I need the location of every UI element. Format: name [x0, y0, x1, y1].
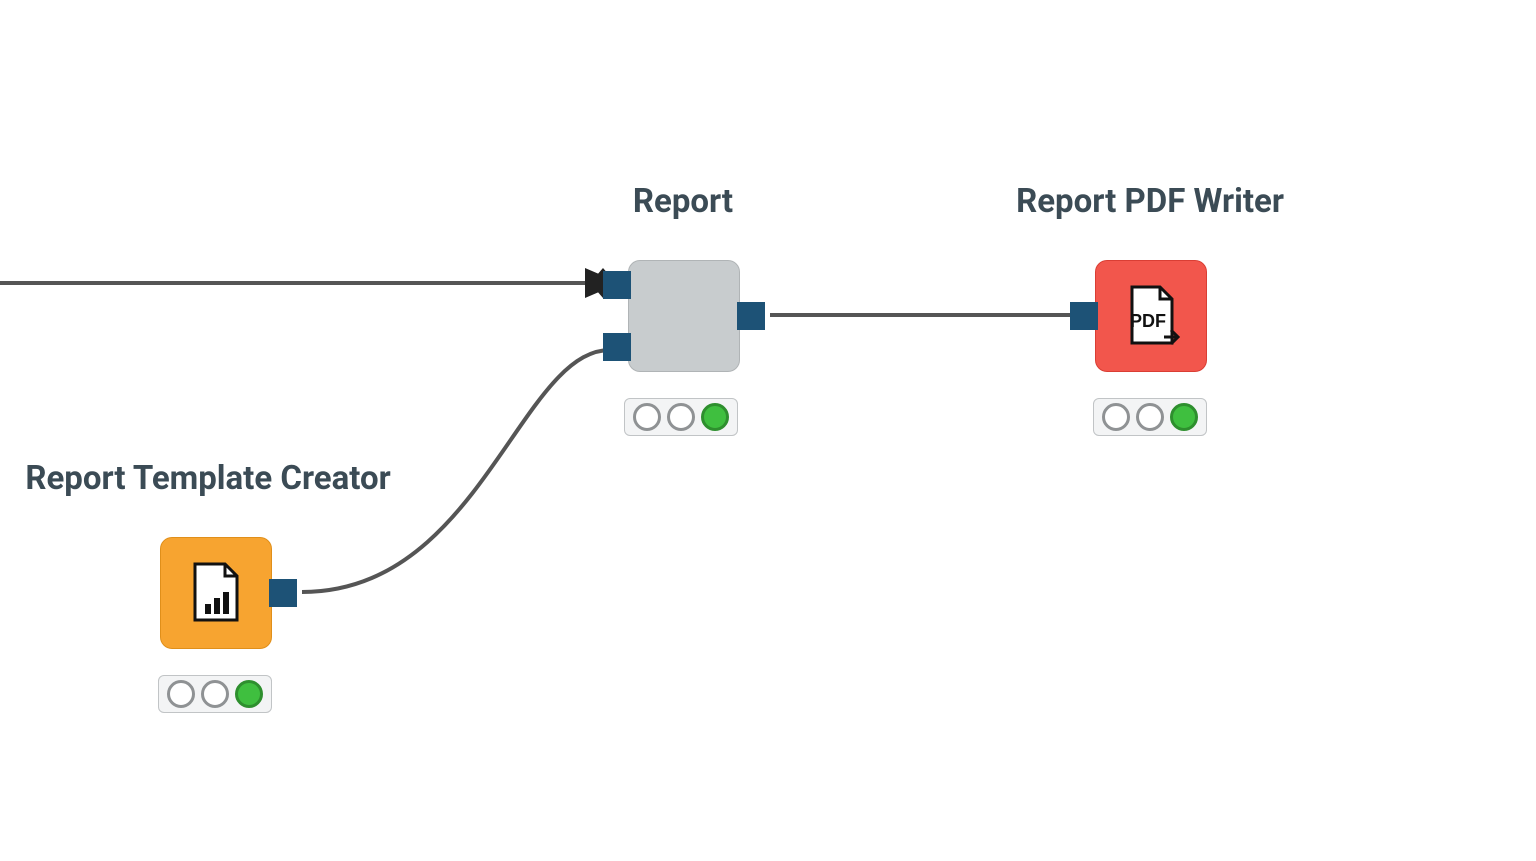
node-report-in-port-2[interactable]: [603, 333, 631, 361]
node-report-label: Report: [633, 182, 733, 221]
node-pdf-writer-label: Report PDF Writer: [1016, 182, 1284, 221]
node-pdf-writer-status: [1093, 398, 1207, 436]
status-light-green-icon: [1170, 403, 1198, 431]
connectors: [0, 0, 1536, 861]
node-pdf-writer[interactable]: PDF: [1095, 260, 1207, 372]
status-light-off-icon: [633, 403, 661, 431]
node-report-in-port-1[interactable]: [603, 271, 631, 299]
status-light-off-icon: [167, 680, 195, 708]
node-template-creator-status: [158, 675, 272, 713]
node-report-status: [624, 398, 738, 436]
svg-text:PDF: PDF: [1130, 311, 1166, 331]
node-pdf-writer-in-port[interactable]: [1070, 302, 1098, 330]
node-template-creator-out-port[interactable]: [269, 579, 297, 607]
pdf-file-icon: PDF: [1120, 283, 1182, 349]
status-light-off-icon: [201, 680, 229, 708]
workflow-canvas[interactable]: Report Report PDF Writer PDF Report Temp…: [0, 0, 1536, 861]
node-report[interactable]: [628, 260, 740, 372]
status-light-off-icon: [667, 403, 695, 431]
document-chart-icon: [187, 560, 245, 626]
node-template-creator-label: Report Template Creator: [25, 459, 390, 498]
node-report-out-port[interactable]: [737, 302, 765, 330]
node-template-creator[interactable]: [160, 537, 272, 649]
status-light-green-icon: [235, 680, 263, 708]
status-light-off-icon: [1136, 403, 1164, 431]
status-light-green-icon: [701, 403, 729, 431]
status-light-off-icon: [1102, 403, 1130, 431]
